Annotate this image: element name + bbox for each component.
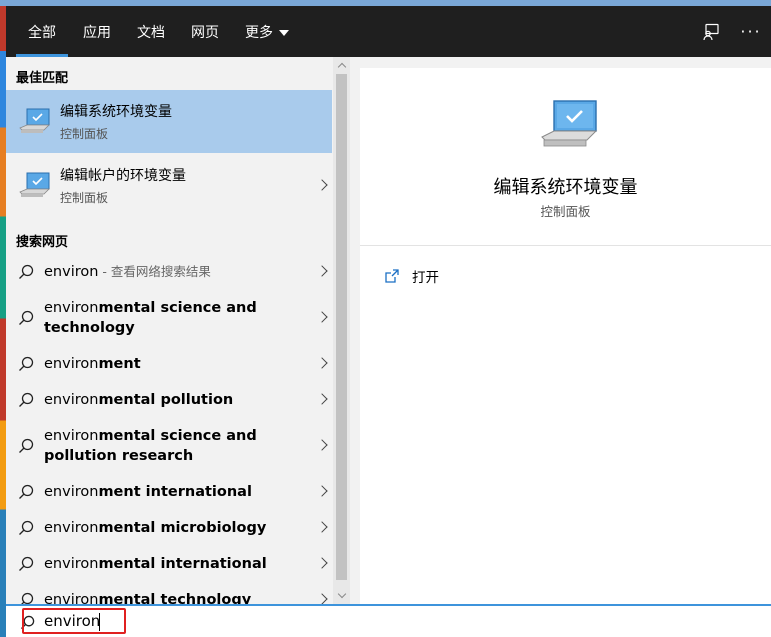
open-icon <box>385 269 399 283</box>
tab-apps[interactable]: 应用 <box>70 6 124 57</box>
section-header-web-search: 搜索网页 <box>16 235 69 250</box>
web-suggestion-text: environment international <box>44 482 306 502</box>
chevron-down-icon <box>337 589 346 599</box>
computer-icon <box>541 100 598 147</box>
ellipsis-icon[interactable]: ··· <box>731 6 771 57</box>
search-icon <box>19 310 34 325</box>
search-box[interactable]: environ <box>6 604 771 637</box>
search-icon <box>19 438 34 453</box>
scroll-down-button[interactable] <box>333 587 350 604</box>
tab-all[interactable]: 全部 <box>6 6 70 57</box>
chevron-right-icon[interactable] <box>316 265 328 277</box>
web-hint: - 查看网络搜索结果 <box>98 264 211 279</box>
divider <box>360 245 771 246</box>
chevron-right-icon[interactable] <box>316 557 328 569</box>
best-match-item-system-env[interactable]: 编辑系统环境变量 控制面板 <box>6 90 332 153</box>
query-prefix: environ <box>44 392 99 408</box>
best-match-item-account-env[interactable]: 编辑帐户的环境变量 控制面板 <box>6 154 332 217</box>
search-icon <box>19 484 34 499</box>
suggestion-completion: mental international <box>98 556 267 572</box>
open-action-label: 打开 <box>412 270 439 286</box>
query-prefix: environ <box>44 520 99 536</box>
section-header-best-match: 最佳匹配 <box>16 71 69 86</box>
web-suggestion-text: environmental technology <box>44 590 306 604</box>
search-icon <box>19 392 34 407</box>
result-subtitle: 控制面板 <box>60 191 109 205</box>
search-icon <box>19 356 34 371</box>
detail-title: 编辑系统环境变量 <box>493 177 638 198</box>
suggestion-completion: ment <box>98 356 141 372</box>
query-prefix: environ <box>44 592 99 604</box>
chevron-up-icon <box>337 62 346 72</box>
web-suggestion-text: environmental science and pollution rese… <box>44 426 306 466</box>
results-list: 最佳匹配 编辑系统环境变量 控制面板 编辑帐户的环境变量 控制面板 搜索网页 e… <box>6 57 350 604</box>
web-search-item[interactable]: environmental technology <box>6 582 332 604</box>
web-search-item[interactable]: environment <box>6 346 332 382</box>
chevron-right-icon[interactable] <box>316 439 328 451</box>
search-icon <box>19 264 34 279</box>
scrollbar[interactable] <box>333 57 350 604</box>
chevron-right-icon[interactable] <box>316 485 328 497</box>
web-suggestion-text: environmental international <box>44 554 306 574</box>
result-title: 编辑系统环境变量 <box>60 104 172 120</box>
web-search-item[interactable]: environmental microbiology <box>6 510 332 546</box>
query-prefix: environ <box>44 300 99 316</box>
chevron-right-icon[interactable] <box>316 357 328 369</box>
result-subtitle: 控制面板 <box>60 127 109 141</box>
scrollbar-thumb[interactable] <box>336 74 347 580</box>
open-action[interactable]: 打开 <box>384 266 439 286</box>
search-icon <box>21 592 34 604</box>
search-icon <box>19 556 34 571</box>
chevron-right-icon[interactable] <box>316 393 328 405</box>
scope-tabs: 全部 应用 文档 网页 更多 ··· <box>6 6 771 57</box>
suggestion-completion: mental pollution <box>98 392 234 408</box>
search-panel: 全部 应用 文档 网页 更多 ··· 最佳匹配 编辑系统环境变量 控制面板 编辑… <box>6 6 771 637</box>
chevron-right-icon[interactable] <box>316 178 328 191</box>
tab-more[interactable]: 更多 <box>232 6 302 57</box>
web-search-item[interactable]: environmental science and pollution rese… <box>6 418 332 474</box>
web-search-item[interactable]: environment international <box>6 474 332 510</box>
web-search-item[interactable]: environmental science and technology <box>6 290 332 346</box>
tab-web[interactable]: 网页 <box>178 6 232 57</box>
query-prefix: environ <box>44 484 99 500</box>
highlight-annotation <box>22 608 126 634</box>
web-suggestion-text: environmental pollution <box>44 390 306 410</box>
chevron-right-icon[interactable] <box>316 521 328 533</box>
web-suggestion-text: environmental science and technology <box>44 298 306 338</box>
suggestion-completion: mental technology <box>98 592 252 604</box>
computer-icon <box>19 172 50 197</box>
web-search-item[interactable]: environmental pollution <box>6 382 332 418</box>
query-prefix: environ <box>44 356 99 372</box>
web-suggestion-text: environ - 查看网络搜索结果 <box>44 262 306 282</box>
chevron-down-icon <box>279 29 289 36</box>
query-prefix: environ <box>44 556 99 572</box>
search-icon <box>19 520 34 535</box>
chevron-right-icon[interactable] <box>316 593 328 604</box>
tab-documents[interactable]: 文档 <box>124 6 178 57</box>
detail-subtitle: 控制面板 <box>540 204 591 219</box>
suggestion-completion: mental microbiology <box>98 520 267 536</box>
chevron-right-icon[interactable] <box>316 311 328 323</box>
scroll-up-button[interactable] <box>333 57 350 74</box>
result-title: 编辑帐户的环境变量 <box>60 168 186 184</box>
computer-icon <box>19 108 50 133</box>
detail-pane: 编辑系统环境变量 控制面板 打开 <box>360 68 771 604</box>
feedback-icon[interactable] <box>691 6 731 57</box>
web-suggestion-text: environment <box>44 354 306 374</box>
web-suggestion-text: environmental microbiology <box>44 518 306 538</box>
web-search-item[interactable]: environ - 查看网络搜索结果 <box>6 254 332 290</box>
query-prefix: environ <box>44 264 99 280</box>
suggestion-completion: ment international <box>98 484 252 500</box>
query-prefix: environ <box>44 428 99 444</box>
web-search-item[interactable]: environmental international <box>6 546 332 582</box>
